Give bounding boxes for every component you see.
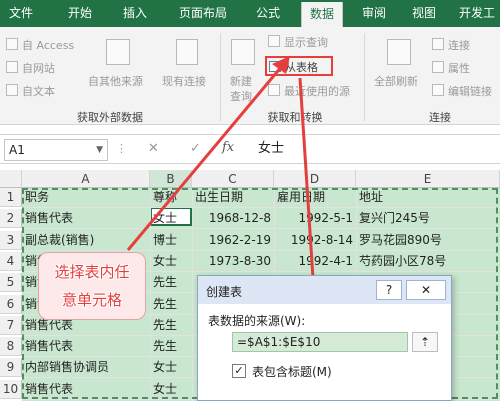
- source-label: 表数据的来源(W):: [208, 314, 306, 328]
- arrow-to-from-table: [126, 65, 284, 251]
- close-button[interactable]: ✕: [406, 280, 446, 300]
- range-select-icon: ⇡: [419, 335, 431, 349]
- has-headers-checkbox[interactable]: ✓: [232, 364, 246, 378]
- collapse-range-button[interactable]: ⇡: [412, 332, 438, 352]
- dialog-titlebar: 创建表 ? ✕: [198, 276, 451, 304]
- create-table-dialog: 创建表 ? ✕ 表数据的来源(W): =$A$1:$E$10 ⇡ ✓ 表包含标题…: [197, 275, 452, 401]
- help-button[interactable]: ?: [376, 280, 402, 300]
- arrowhead: [272, 56, 290, 74]
- instruction-callout: 选择表内任 意单元格: [38, 252, 146, 320]
- range-input[interactable]: =$A$1:$E$10: [232, 332, 408, 352]
- has-headers-label: 表包含标题(M): [252, 365, 332, 379]
- callout-text: 意单元格: [61, 291, 122, 309]
- callout-text: 选择表内任: [54, 263, 130, 281]
- checkmark-icon: ✓: [234, 364, 244, 377]
- dialog-title: 创建表: [206, 285, 243, 299]
